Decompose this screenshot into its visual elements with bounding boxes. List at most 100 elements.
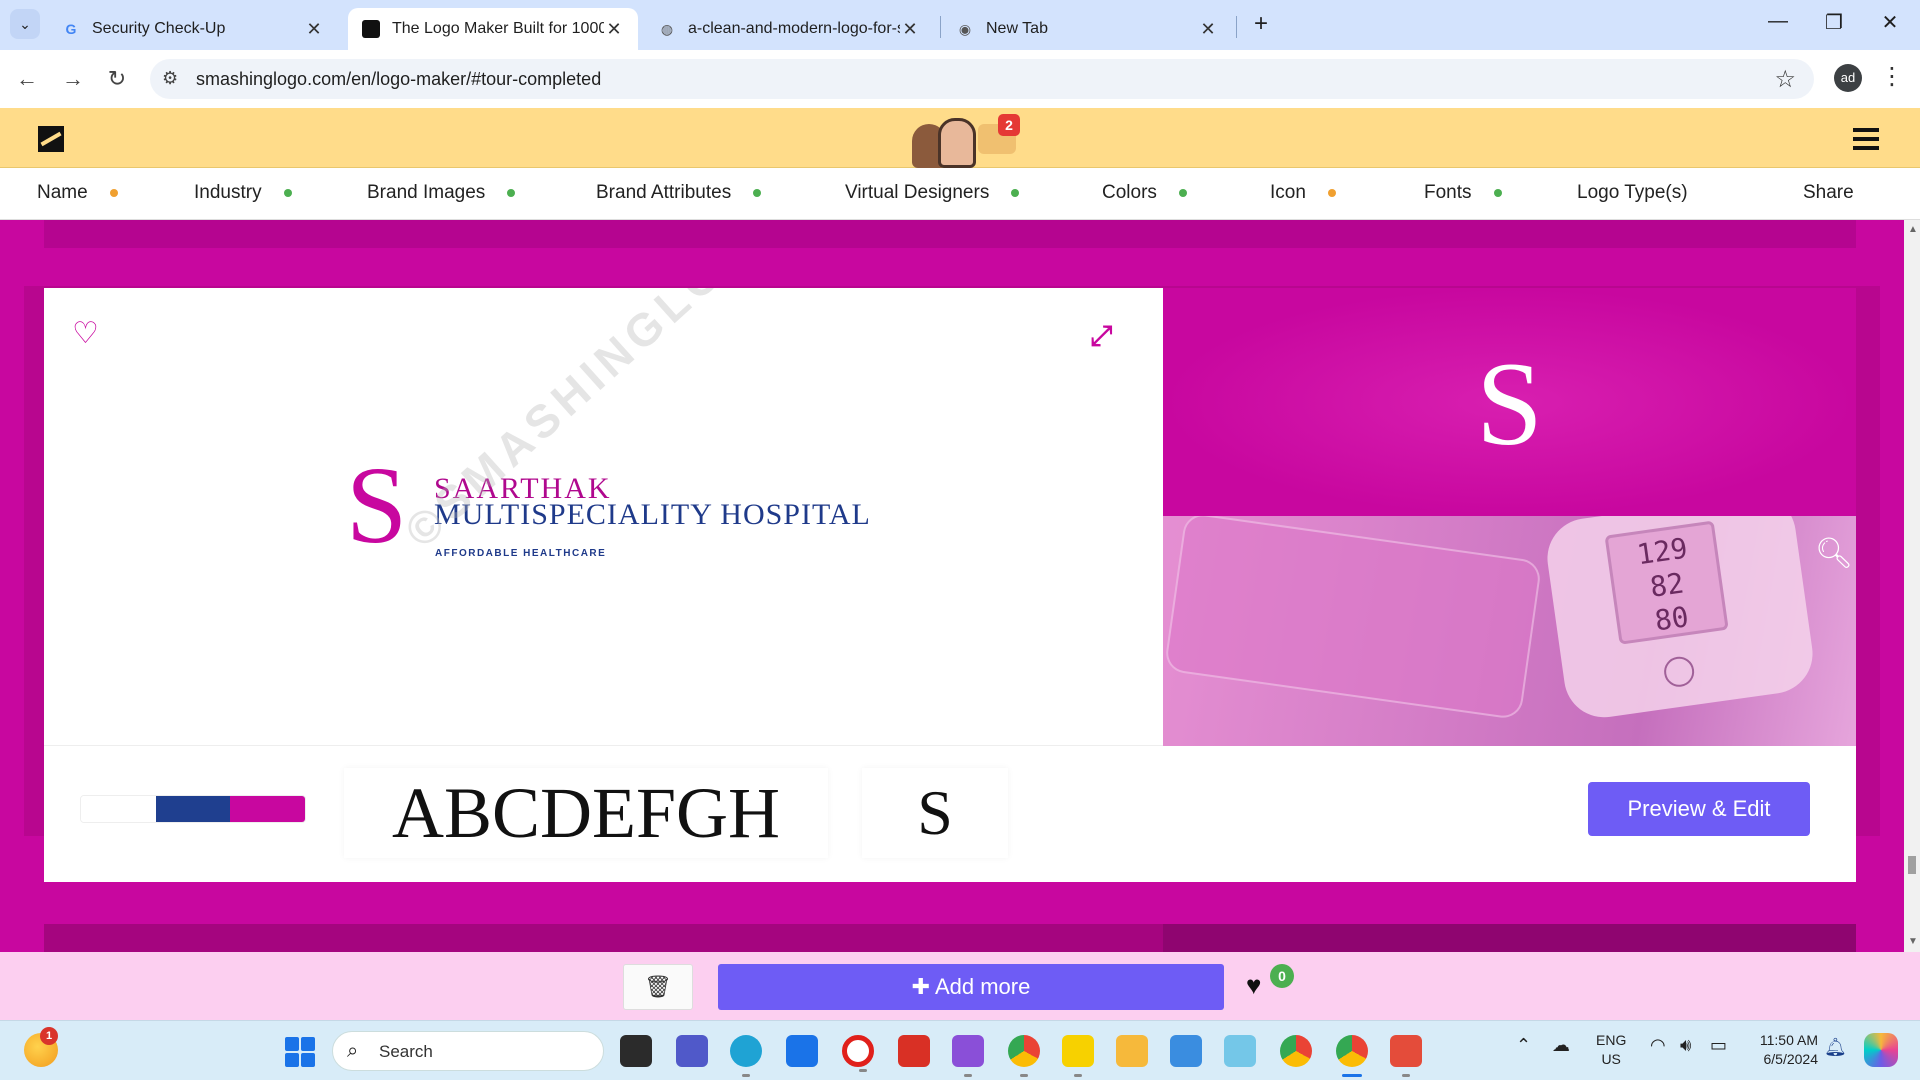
clock[interactable]: 11:50 AM 6/5/2024 bbox=[1748, 1031, 1818, 1069]
minimize-button[interactable]: — bbox=[1758, 10, 1798, 33]
preview-edit-button[interactable]: Preview & Edit bbox=[1588, 782, 1810, 836]
language-indicator[interactable]: ENG US bbox=[1596, 1031, 1626, 1069]
logo-preview[interactable]: ♡ ⤢ S SAARTHAK MULTISPECIALITY HOSPITAL … bbox=[44, 288, 1163, 746]
mail-icon[interactable] bbox=[786, 1035, 818, 1067]
smashinglogo-logo[interactable] bbox=[38, 126, 64, 152]
hamburger-menu-icon[interactable] bbox=[1853, 128, 1879, 150]
favorites-count-badge: 0 bbox=[1270, 964, 1294, 988]
logo-card: ♡ ⤢ S SAARTHAK MULTISPECIALITY HOSPITAL … bbox=[44, 288, 1856, 882]
taskbar-search[interactable]: ⌕ Search bbox=[332, 1031, 604, 1071]
expand-icon[interactable]: ⤢ bbox=[1090, 320, 1112, 353]
wifi-icon[interactable]: ◠ bbox=[1650, 1035, 1666, 1056]
mockup-monogram-panel: S bbox=[1163, 288, 1856, 516]
close-window-button[interactable]: ✕ bbox=[1870, 10, 1910, 35]
scroll-thumb[interactable] bbox=[1908, 856, 1916, 874]
close-icon[interactable]: ✕ bbox=[304, 19, 324, 40]
palette-swatch-magenta bbox=[230, 796, 305, 822]
tab-security-checkup[interactable]: G Security Check-Up ✕ bbox=[48, 8, 338, 50]
next-logo-card bbox=[44, 924, 1856, 952]
address-bar[interactable]: ⚙ smashinglogo.com/en/logo-maker/#tour-c… bbox=[150, 59, 1814, 99]
url-text[interactable]: smashinglogo.com/en/logo-maker/#tour-com… bbox=[196, 69, 601, 90]
reload-button[interactable]: ↻ bbox=[102, 64, 132, 94]
step-industry[interactable]: Industry bbox=[194, 182, 292, 204]
onedrive-cloud-icon[interactable]: ☁ bbox=[1552, 1035, 1570, 1056]
notification-bell-icon[interactable]: 🔔︎ bbox=[1824, 1037, 1847, 1058]
step-name[interactable]: Name bbox=[37, 182, 118, 204]
tab-logo-maker[interactable]: The Logo Maker Built for 1000+ ✕ bbox=[348, 8, 638, 50]
scroll-up-arrow-icon[interactable]: ▲ bbox=[1908, 224, 1918, 235]
site-settings-icon[interactable]: ⚙ bbox=[162, 68, 178, 89]
file-explorer-icon[interactable] bbox=[1116, 1035, 1148, 1067]
step-virtual-designers[interactable]: Virtual Designers bbox=[845, 182, 1020, 204]
volume-icon[interactable]: 🔊︎ bbox=[1680, 1035, 1691, 1056]
back-button[interactable]: ← bbox=[12, 64, 42, 94]
battery-icon[interactable]: ▭ bbox=[1710, 1035, 1727, 1056]
font-sample[interactable]: ABCDEFGH bbox=[344, 768, 828, 858]
step-status-dot bbox=[283, 189, 292, 197]
mockup-photo[interactable]: 129 82 80 🔍︎ bbox=[1163, 516, 1856, 746]
weather-badge: 1 bbox=[40, 1027, 58, 1045]
new-tab-button[interactable]: + bbox=[1246, 10, 1276, 40]
chevron-down-icon: ⌄ bbox=[19, 15, 31, 32]
close-icon[interactable]: ✕ bbox=[604, 19, 624, 40]
previous-logo-card bbox=[44, 220, 1856, 248]
step-icon[interactable]: Icon bbox=[1270, 182, 1336, 204]
photos-icon[interactable] bbox=[1170, 1035, 1202, 1067]
globe-icon: ◍ bbox=[660, 20, 674, 37]
search-icon: ⌕ bbox=[347, 1040, 359, 1062]
reload-icon: ↻ bbox=[107, 66, 127, 91]
color-palette[interactable] bbox=[80, 795, 306, 823]
close-icon[interactable]: ✕ bbox=[1198, 19, 1218, 40]
heart-icon[interactable]: ♡ bbox=[72, 316, 99, 351]
copilot-icon[interactable] bbox=[1864, 1033, 1898, 1067]
step-status-dot bbox=[1493, 189, 1502, 197]
forward-button[interactable]: → bbox=[58, 64, 88, 94]
step-fonts[interactable]: Fonts bbox=[1424, 182, 1502, 204]
chrome-profile-icon[interactable] bbox=[1008, 1035, 1040, 1077]
logo-monogram: S bbox=[346, 444, 408, 566]
tab-search-button[interactable]: ⌄ bbox=[10, 9, 40, 39]
sticky-notes-icon[interactable] bbox=[1062, 1035, 1094, 1077]
step-brand-images[interactable]: Brand Images bbox=[367, 182, 516, 204]
restore-button[interactable]: ❐ bbox=[1814, 10, 1854, 35]
tray-chevron-up-icon[interactable]: ⌃ bbox=[1516, 1035, 1531, 1056]
snipping-tool-icon[interactable] bbox=[1224, 1035, 1256, 1067]
step-status-dot bbox=[507, 189, 516, 197]
google-g-icon: G bbox=[65, 21, 77, 37]
add-more-button[interactable]: ✚ Add more bbox=[718, 964, 1224, 1010]
visual-studio-icon[interactable] bbox=[952, 1035, 984, 1077]
windows-start-icon[interactable] bbox=[285, 1037, 315, 1067]
opera-icon[interactable] bbox=[842, 1035, 874, 1072]
step-status-dot bbox=[753, 189, 762, 197]
magnify-icon[interactable]: 🔍︎ bbox=[1815, 536, 1853, 571]
step-status-dot bbox=[1178, 189, 1187, 197]
paint-app-icon[interactable] bbox=[898, 1035, 930, 1067]
icon-sample[interactable]: S bbox=[862, 768, 1008, 858]
step-logo-types[interactable]: Logo Type(s) bbox=[1577, 182, 1688, 204]
browser-menu-icon[interactable]: ⋮ bbox=[1880, 62, 1904, 91]
logo-results-area: ♡ ⤢ S SAARTHAK MULTISPECIALITY HOSPITAL … bbox=[0, 220, 1904, 952]
step-status-dot bbox=[1011, 189, 1020, 197]
chrome-active-icon[interactable] bbox=[1336, 1035, 1368, 1077]
anydesk-icon[interactable] bbox=[1390, 1035, 1422, 1077]
teams-icon[interactable] bbox=[676, 1035, 708, 1067]
favorites-heart-icon[interactable]: ♥ bbox=[1246, 970, 1261, 1001]
notification-badge: 2 bbox=[998, 114, 1020, 136]
close-icon[interactable]: ✕ bbox=[900, 19, 920, 40]
step-status-dot bbox=[109, 189, 118, 197]
step-colors[interactable]: Colors bbox=[1102, 182, 1187, 204]
palette-swatch-white bbox=[81, 796, 156, 822]
virtual-designers-avatars[interactable]: 2 bbox=[912, 114, 1022, 168]
chrome-icon[interactable] bbox=[1280, 1035, 1312, 1067]
tab-clean-modern-logo[interactable]: ◍ a-clean-and-modern-logo-for-s ✕ bbox=[644, 8, 934, 50]
step-brand-attributes[interactable]: Brand Attributes bbox=[596, 182, 762, 204]
bookmark-star-icon[interactable]: ☆ bbox=[1774, 65, 1796, 94]
task-view-icon[interactable] bbox=[620, 1035, 652, 1067]
edge-icon[interactable] bbox=[730, 1035, 762, 1077]
scroll-down-arrow-icon[interactable]: ▼ bbox=[1908, 936, 1918, 947]
page-scrollbar[interactable]: ▲ ▼ bbox=[1904, 220, 1920, 952]
step-share[interactable]: Share bbox=[1803, 182, 1854, 204]
tab-new-tab[interactable]: ◉ New Tab ✕ bbox=[942, 8, 1232, 50]
delete-button[interactable]: 🗑︎ bbox=[623, 964, 693, 1010]
profile-avatar[interactable]: ad bbox=[1834, 64, 1862, 92]
